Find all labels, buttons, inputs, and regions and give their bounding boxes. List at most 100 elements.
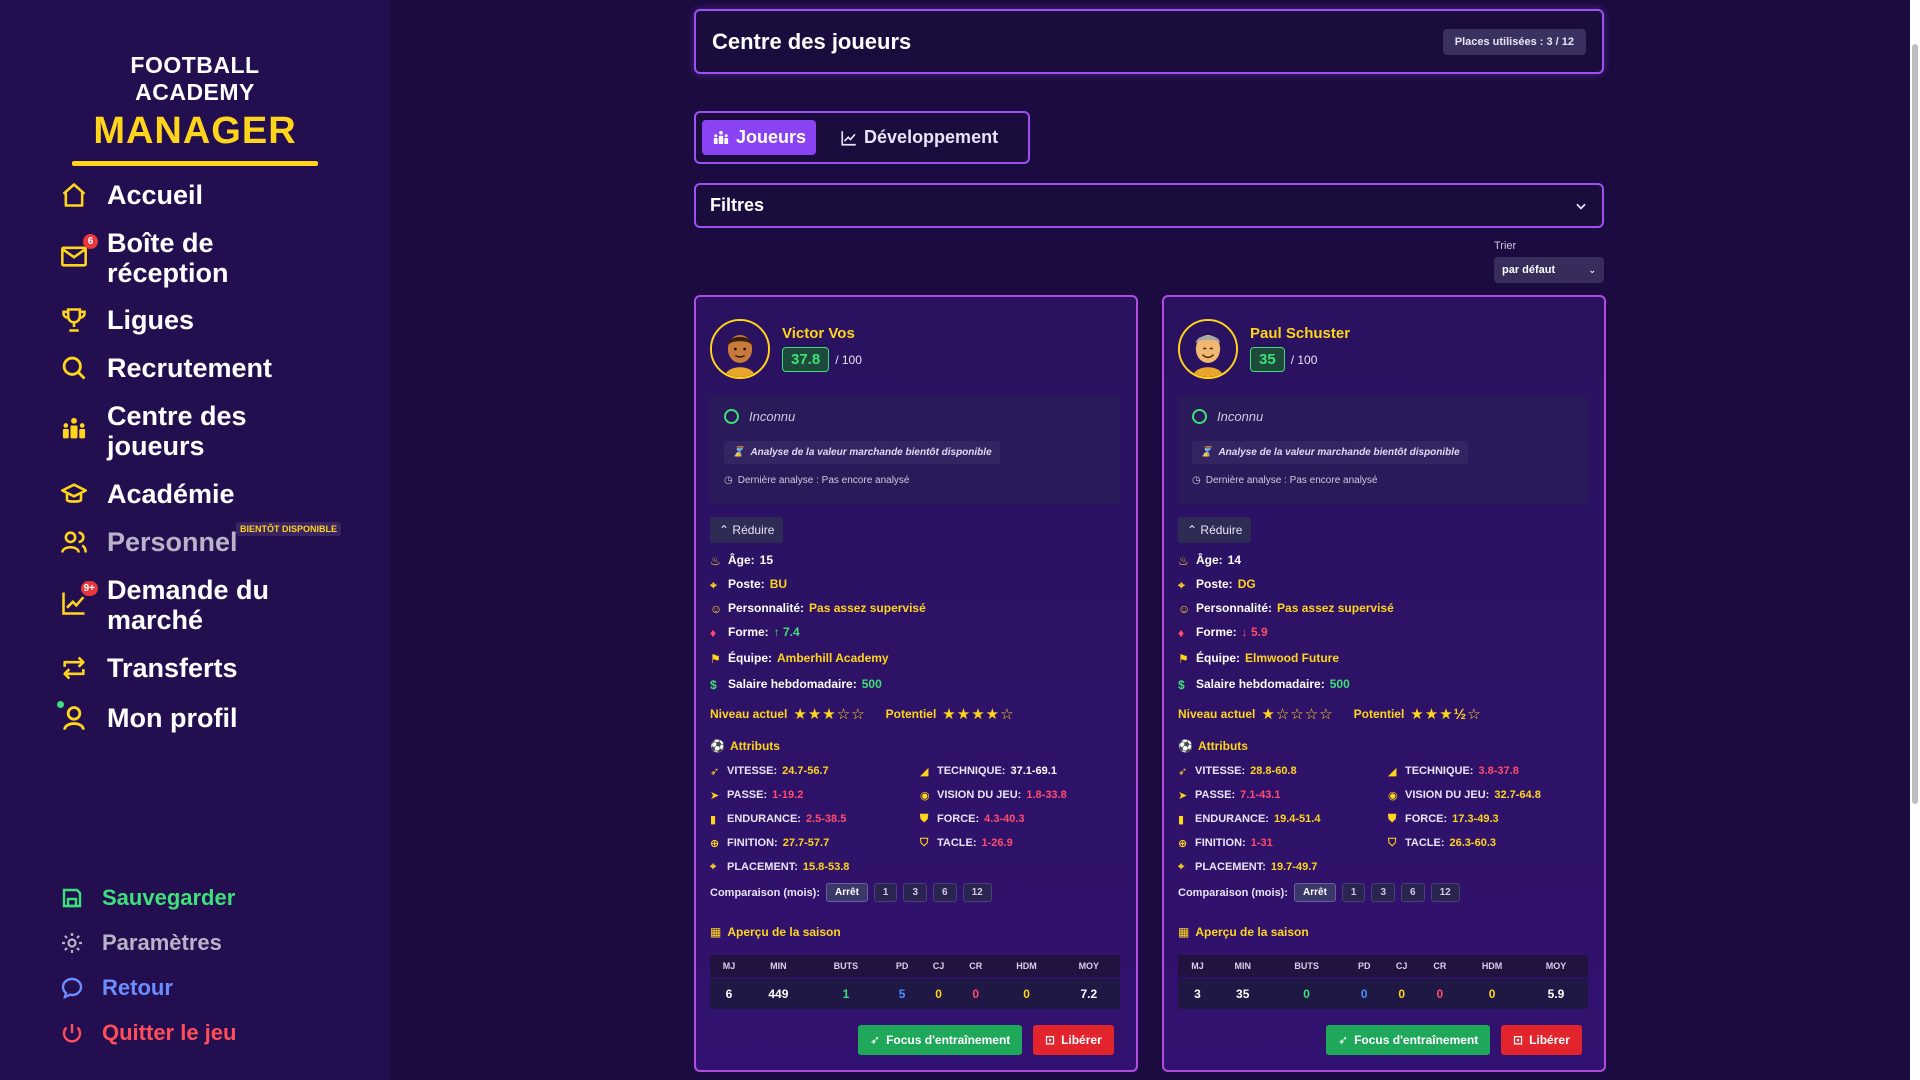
team-label: Équipe: xyxy=(1196,651,1240,665)
compare-chip-12[interactable]: 12 xyxy=(962,883,992,902)
collapse-button[interactable]: ⌃ Réduire xyxy=(1178,517,1252,543)
chart-icon: 9+ xyxy=(60,581,98,619)
sidebar-item-recrutement[interactable]: Recrutement xyxy=(60,353,307,384)
season-title-text: Aperçu de la saison xyxy=(1195,925,1309,939)
compare-chip-arret[interactable]: Arrêt xyxy=(826,883,868,902)
level-label: Niveau actuel xyxy=(710,707,788,721)
training-focus-button[interactable]: ➶ Focus d'entraînement xyxy=(1326,1025,1491,1055)
attr-value: 1-31 xyxy=(1250,837,1273,849)
release-button[interactable]: ⊡ Libérer xyxy=(1033,1025,1114,1055)
tab-joueurs[interactable]: Joueurs xyxy=(702,120,817,155)
coming-soon-badge: BIENTÔT DISPONIBLE xyxy=(236,522,342,536)
compare-chip-3[interactable]: 3 xyxy=(903,883,928,902)
tab-label: Joueurs xyxy=(736,127,807,147)
logo-underline xyxy=(72,161,318,166)
personality-value: Pas assez supervisé xyxy=(809,601,926,615)
dollar-icon xyxy=(1192,409,1207,424)
col-header: HDM xyxy=(1460,955,1524,978)
salary-value: 500 xyxy=(861,677,882,691)
level-potential-row: Niveau actuel ★☆☆☆☆ Potentiel ★★★½☆ xyxy=(1178,705,1502,723)
compare-chip-1[interactable]: 1 xyxy=(1341,883,1366,902)
chevron-up-icon: ⌃ xyxy=(1187,523,1198,537)
team-icon: ⚑ xyxy=(1178,651,1189,666)
home-icon xyxy=(60,181,90,211)
filters-toggle[interactable]: Filtres xyxy=(694,183,1604,228)
ball-icon: ⚽ xyxy=(710,739,725,753)
sidebar-item-academie[interactable]: Académie xyxy=(60,479,307,510)
compare-chip-arret[interactable]: Arrêt xyxy=(1294,883,1336,902)
attr-value: 32.7-64.8 xyxy=(1494,789,1541,801)
attr-vitesse: ➶ VITESSE: 24.7-56.7 xyxy=(710,765,829,778)
sidebar-item-accueil[interactable]: Accueil xyxy=(60,180,307,211)
attr-endurance: ▮ ENDURANCE: 2.5-38.5 xyxy=(710,813,846,826)
market-value-text: Inconnu xyxy=(1217,409,1264,424)
compare-chip-1[interactable]: 1 xyxy=(873,883,898,902)
page-scrollbar[interactable] xyxy=(1910,0,1920,1080)
unlock-icon: ⊡ xyxy=(1513,1033,1524,1047)
attr-name: ENDURANCE: xyxy=(1195,813,1269,825)
attr-vision: ◉ VISION DU JEU: 1.8-33.8 xyxy=(920,789,1067,802)
sort-select[interactable]: par défaut ⌄ xyxy=(1494,257,1604,283)
clock-icon: ◷ xyxy=(1192,475,1201,486)
compare-chip-12[interactable]: 12 xyxy=(1430,883,1460,902)
player-rating: 37.8 / 100 xyxy=(782,347,862,372)
back-button[interactable]: Retour xyxy=(60,975,173,1001)
scrollbar-thumb[interactable] xyxy=(1912,44,1918,804)
player-avatar xyxy=(710,319,770,379)
sidebar-item-transferts[interactable]: Transferts xyxy=(60,653,307,684)
chevron-down-icon xyxy=(1576,203,1586,210)
back-label: Retour xyxy=(102,975,173,1000)
attr-endurance: ▮ ENDURANCE: 19.4-51.4 xyxy=(1178,813,1320,826)
attr-name: FINITION: xyxy=(1195,837,1246,849)
personality-row: ☺ Personnalité: Pas assez supervisé xyxy=(1178,601,1394,616)
save-icon xyxy=(62,888,82,908)
attr-name: PASSE: xyxy=(1195,789,1236,801)
page-title: Centre des joueurs xyxy=(712,28,912,54)
stat-pd: 0 xyxy=(1344,977,1384,1009)
sidebar-item-centre-joueurs[interactable]: Centre des joueurs xyxy=(60,401,307,461)
season-overview-title: ▦ Aperçu de la saison xyxy=(710,925,841,939)
collapse-button[interactable]: ⌃ Réduire xyxy=(710,517,784,543)
shield-check-icon: ⛉ xyxy=(920,837,929,849)
training-focus-button[interactable]: ➶ Focus d'entraînement xyxy=(858,1025,1023,1055)
compare-chip-3[interactable]: 3 xyxy=(1371,883,1396,902)
market-value-box: Inconnu ⌛ Analyse de la valeur marchande… xyxy=(1178,395,1588,505)
run-icon: ➶ xyxy=(870,1033,881,1047)
sort-label: Trier xyxy=(1494,240,1517,252)
season-title-text: Aperçu de la saison xyxy=(727,925,841,939)
personality-row: ☺ Personnalité: Pas assez supervisé xyxy=(710,601,926,616)
location-pin-icon: ⌖ xyxy=(710,577,717,592)
attr-name: FORCE: xyxy=(1405,813,1448,825)
release-button[interactable]: ⊡ Libérer xyxy=(1501,1025,1582,1055)
attr-value: 19.7-49.7 xyxy=(1270,861,1318,873)
trophy-icon xyxy=(60,306,90,336)
compare-chip-6[interactable]: 6 xyxy=(933,883,957,902)
transfer-icon xyxy=(60,654,90,684)
settings-button[interactable]: Paramètres xyxy=(60,930,222,956)
sidebar-item-profil[interactable]: Mon profil xyxy=(60,703,307,734)
sidebar-item-inbox[interactable]: 6 Boîte de réception xyxy=(60,228,307,288)
tab-developpement[interactable]: Développement xyxy=(830,120,1008,155)
attr-value: 28.8-60.8 xyxy=(1250,765,1297,777)
sidebar-item-ligues[interactable]: Ligues xyxy=(60,305,307,336)
sidebar-item-label: Recrutement xyxy=(107,353,273,383)
attr-technique: ◢ TECHNIQUE: 3.8-37.8 xyxy=(1388,765,1519,778)
form-label: Forme: xyxy=(1196,625,1237,639)
quit-button[interactable]: Quitter le jeu xyxy=(60,1020,236,1046)
attr-value: 15.8-53.8 xyxy=(802,861,850,873)
market-value: Inconnu xyxy=(724,409,795,424)
save-button[interactable]: Sauvegarder xyxy=(60,885,235,911)
col-header: HDM xyxy=(995,955,1058,978)
season-table: MJ MIN BUTS PD CJ CR HDM MOY 6 449 1 5 0… xyxy=(710,955,1120,1009)
person-icon: ☺ xyxy=(1178,601,1191,616)
boot-icon: ◢ xyxy=(1388,766,1397,778)
form-row: ♦ Forme: ↑ 7.4 xyxy=(710,625,800,640)
potential-stars: ★★★★☆ xyxy=(942,706,1015,723)
stat-cr: 0 xyxy=(1419,977,1461,1009)
comparison-row: Comparaison (mois): Arrêt 1 3 6 12 xyxy=(710,883,992,902)
attr-tacle: ⛉ TACLE: 26.3-60.3 xyxy=(1388,837,1496,849)
compare-chip-6[interactable]: 6 xyxy=(1401,883,1425,902)
salary-row: $ Salaire hebdomadaire: 500 xyxy=(1178,677,1350,692)
last-analysis-text: Dernière analyse : Pas encore analysé xyxy=(1205,475,1378,486)
sidebar-item-market-demand[interactable]: 9+ Demande du marché xyxy=(60,575,307,635)
